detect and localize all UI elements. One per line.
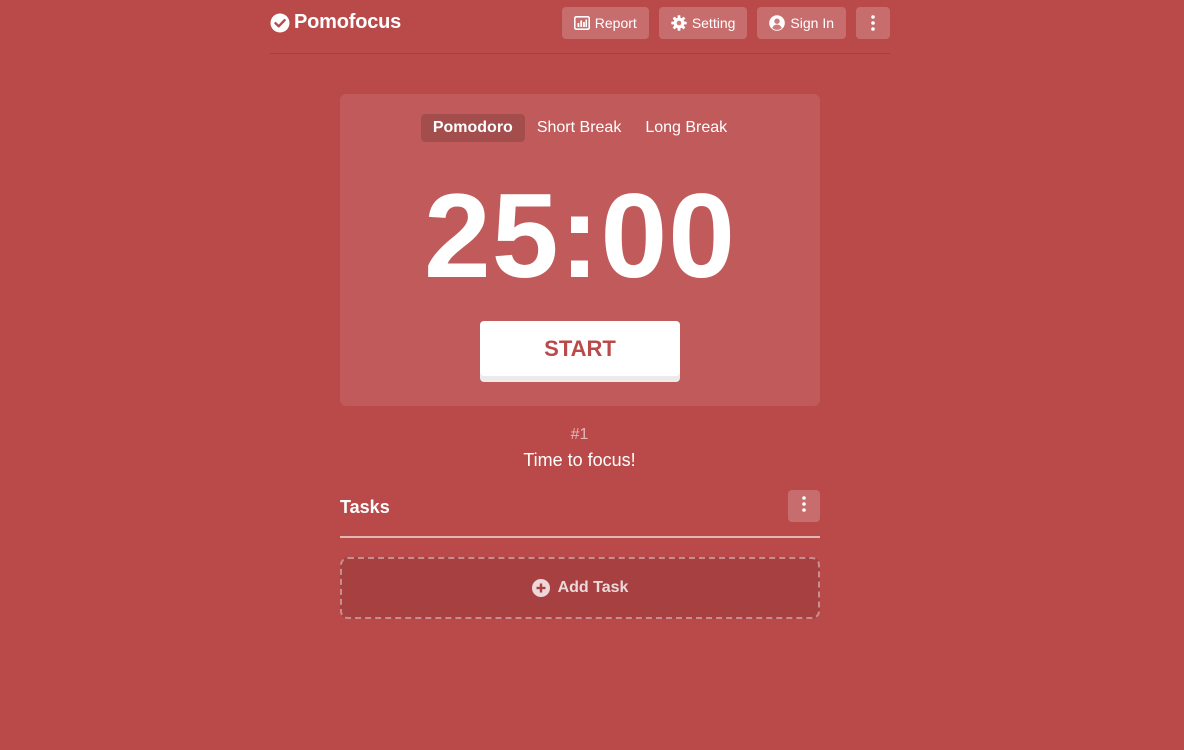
plus-circle-icon [531,579,550,597]
app-logo[interactable]: Pomofocus [270,11,401,34]
pomofocus-page: Pomofocus Report Setting Sign In Pomodor… [0,0,1184,750]
add-task-button[interactable]: Add Task [340,557,820,619]
tab-short-break[interactable]: Short Break [525,114,633,142]
timer-display: 25:00 [424,169,736,303]
header-menu-button[interactable] [856,7,890,39]
vertical-dots-icon [871,15,875,31]
vertical-dots-icon [802,495,806,517]
session-number[interactable]: #1 [0,426,1159,444]
bar-chart-icon [573,16,590,30]
tasks-header: Tasks [340,490,820,538]
tab-pomodoro[interactable]: Pomodoro [420,114,525,142]
start-button[interactable]: START [480,321,680,376]
sign-in-label: Sign In [790,15,834,31]
tasks-title: Tasks [340,497,390,517]
add-task-label: Add Task [557,579,629,596]
timer-card: Pomodoro Short Break Long Break 25:00 ST… [340,94,820,406]
setting-button[interactable]: Setting [658,7,748,39]
gear-icon [671,15,687,31]
report-button[interactable]: Report [561,7,649,39]
report-label: Report [594,15,637,31]
sign-in-button[interactable]: Sign In [757,7,846,39]
session-message: Time to focus! [523,450,636,470]
top-header: Pomofocus Report Setting Sign In [270,0,890,54]
setting-label: Setting [691,15,736,31]
check-circle-icon [270,13,290,33]
header-nav: Report Setting Sign In [561,7,890,39]
app-name: Pomofocus [294,11,402,33]
tab-long-break[interactable]: Long Break [633,114,739,142]
user-circle-icon [769,15,786,31]
tasks-menu-button[interactable] [788,490,820,522]
mode-tabs: Pomodoro Short Break Long Break [340,114,820,142]
